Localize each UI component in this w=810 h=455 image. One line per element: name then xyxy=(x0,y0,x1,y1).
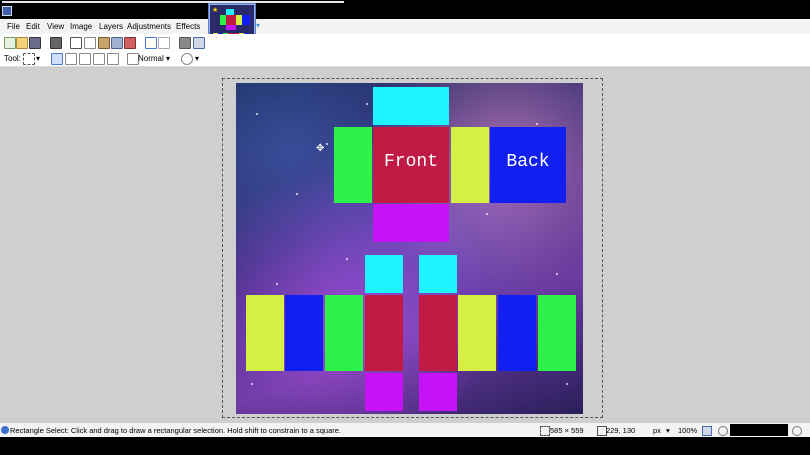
menu-layers[interactable]: Layers xyxy=(99,22,123,31)
selection-union-icon[interactable] xyxy=(65,53,77,65)
chevron-down-icon[interactable]: ▾ xyxy=(256,21,260,30)
app-icon xyxy=(2,6,12,16)
leg-front-block-2 xyxy=(419,295,457,371)
leg-bottom-block-2 xyxy=(419,373,457,411)
selection-xor-icon[interactable] xyxy=(107,53,119,65)
zoom-fit-icon[interactable] xyxy=(702,426,712,436)
leg-top-block-1 xyxy=(365,255,403,293)
grid-icon[interactable] xyxy=(179,37,191,49)
image-canvas[interactable]: Front Back xyxy=(236,83,583,414)
head-right-block xyxy=(334,127,372,203)
zoom-slider[interactable] xyxy=(730,424,788,436)
front-label: Front xyxy=(383,152,438,172)
tool-label: Tool: xyxy=(4,54,21,63)
antialias-icon[interactable] xyxy=(181,53,193,65)
head-left-block xyxy=(451,127,489,203)
new-file-icon[interactable] xyxy=(4,37,16,49)
leg-side-block-5 xyxy=(498,295,536,371)
status-hint: Rectangle Select: Click and drag to draw… xyxy=(10,426,342,435)
selection-exclude-icon[interactable] xyxy=(79,53,91,65)
cursor-position: 229, 130 xyxy=(606,426,636,435)
move-cursor-icon: ✥ xyxy=(316,143,325,154)
open-folder-icon[interactable] xyxy=(16,37,28,49)
leg-side-block-4 xyxy=(458,295,496,371)
chevron-down-icon[interactable]: ▾ xyxy=(666,426,670,435)
menu-adjustments[interactable]: Adjustments xyxy=(127,22,171,31)
paste-icon[interactable] xyxy=(98,37,110,49)
ruler-icon[interactable] xyxy=(193,37,205,49)
head-top-block xyxy=(373,87,449,125)
menu-bar: File Edit View Image Layers Adjustments … xyxy=(0,19,810,34)
save-icon[interactable] xyxy=(29,37,41,49)
crop-icon[interactable] xyxy=(111,37,123,49)
leg-bottom-block-1 xyxy=(365,373,403,411)
title-bar xyxy=(0,0,810,19)
blend-mode-select[interactable]: Normal xyxy=(138,54,164,63)
zoom-level[interactable]: 100% xyxy=(678,426,697,435)
menu-view[interactable]: View xyxy=(47,22,64,31)
menu-effects[interactable]: Effects xyxy=(176,22,200,31)
deselect-icon[interactable] xyxy=(124,37,136,49)
selection-intersect-icon[interactable] xyxy=(93,53,105,65)
undo-icon[interactable] xyxy=(145,37,157,49)
leg-side-block-1 xyxy=(246,295,284,371)
zoom-out-icon[interactable] xyxy=(718,426,728,436)
cut-icon[interactable] xyxy=(70,37,82,49)
print-icon[interactable] xyxy=(50,37,62,49)
head-bottom-block xyxy=(373,204,449,242)
leg-top-block-2 xyxy=(419,255,457,293)
tool-options-bar: Tool: ▾ Normal ▾ ▾ xyxy=(0,50,810,67)
leg-side-block-2 xyxy=(285,295,323,371)
zoom-in-icon[interactable] xyxy=(792,426,802,436)
redo-icon[interactable] xyxy=(158,37,170,49)
menu-edit[interactable]: Edit xyxy=(26,22,40,31)
leg-front-block-1 xyxy=(365,295,403,371)
leg-side-block-3 xyxy=(325,295,363,371)
chevron-down-icon[interactable]: ▾ xyxy=(36,54,40,63)
selection-size: 585 × 559 xyxy=(550,426,584,435)
leg-side-block-6 xyxy=(538,295,576,371)
selection-size-icon xyxy=(540,426,550,436)
main-toolbar xyxy=(0,34,810,50)
chevron-down-icon[interactable]: ▾ xyxy=(166,54,170,63)
title-strip xyxy=(2,1,344,3)
help-icon xyxy=(1,426,9,434)
menu-file[interactable]: File xyxy=(7,22,20,31)
back-label: Back xyxy=(506,152,550,172)
rectangle-select-icon[interactable] xyxy=(23,53,35,65)
canvas-area[interactable]: Front Back xyxy=(0,67,810,423)
copy-icon[interactable] xyxy=(84,37,96,49)
menu-image[interactable]: Image xyxy=(70,22,92,31)
unsaved-star-icon: ★ xyxy=(212,7,219,14)
units-select[interactable]: px xyxy=(653,426,661,435)
selection-replace-icon[interactable] xyxy=(51,53,63,65)
status-bar: Rectangle Select: Click and drag to draw… xyxy=(0,423,810,437)
chevron-down-icon[interactable]: ▾ xyxy=(195,54,199,63)
